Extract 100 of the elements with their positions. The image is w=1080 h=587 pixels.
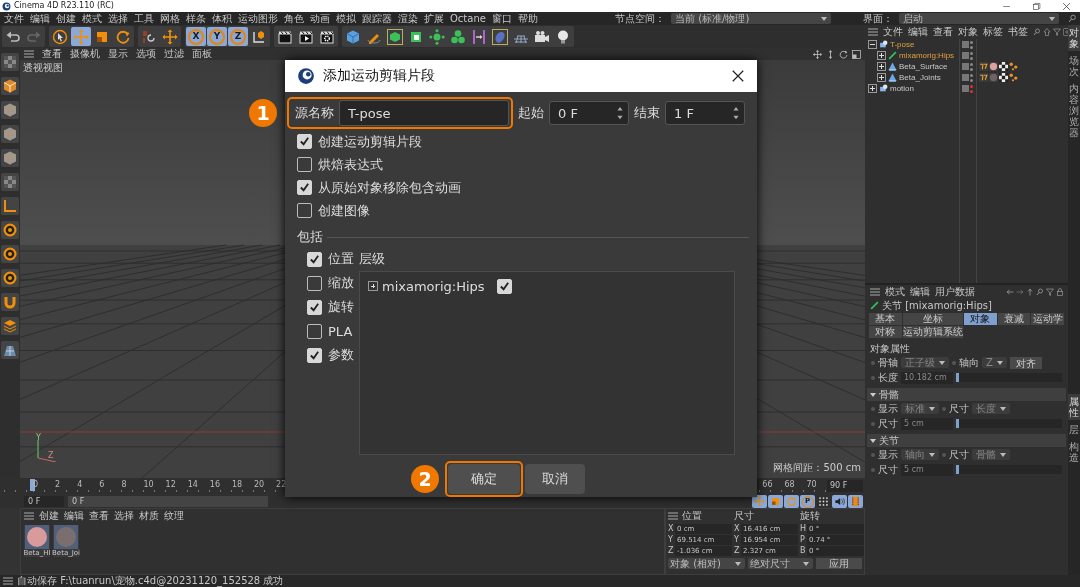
axis-toggle[interactable]: X: [186, 27, 206, 46]
visibility-dots[interactable]: [970, 40, 973, 49]
keyframe-dot[interactable]: [871, 421, 875, 426]
menu-icon[interactable]: [870, 288, 880, 296]
expand-toggle[interactable]: [877, 51, 886, 60]
menu-item[interactable]: 编辑: [908, 25, 928, 39]
tab[interactable]: 对象: [963, 313, 997, 325]
mode-dropdown[interactable]: 绝对尺寸: [748, 557, 813, 569]
target-icon[interactable]: [1, 221, 19, 239]
keyframe-dot[interactable]: [871, 375, 875, 380]
menu-item[interactable]: 体积: [212, 12, 232, 25]
visibility-dots[interactable]: [970, 62, 973, 71]
axis-toggle[interactable]: Y: [207, 27, 227, 46]
search-icon[interactable]: [1068, 14, 1077, 23]
slider-thumb[interactable]: [956, 373, 959, 382]
keyframe-dot[interactable]: [942, 452, 946, 457]
side-tab[interactable]: 场次: [1068, 53, 1080, 79]
checkbox[interactable]: [307, 347, 322, 363]
ik-tag-icon[interactable]: [1009, 62, 1018, 71]
back-arrow-icon[interactable]: [1006, 288, 1014, 296]
mode-dropdown[interactable]: 对象 (相对): [668, 557, 745, 569]
side-tab[interactable]: 对象: [1068, 25, 1080, 51]
blob-icon[interactable]: [490, 27, 510, 46]
up-arrow-icon[interactable]: [1026, 288, 1034, 296]
menu-item[interactable]: 角色: [284, 12, 304, 25]
name-field[interactable]: T-pose: [339, 100, 509, 126]
end-frame-field[interactable]: 90 F: [827, 480, 863, 492]
object-name[interactable]: motion: [890, 83, 914, 94]
target-icon[interactable]: [1, 245, 19, 263]
checkbox[interactable]: [496, 278, 512, 294]
move-icon[interactable]: [752, 495, 767, 508]
node-space-dropdown[interactable]: 当前 (标准/物理): [671, 13, 831, 24]
menu-item[interactable]: 标签: [983, 25, 1003, 39]
filter-icon[interactable]: [1053, 28, 1061, 36]
menu-item[interactable]: 选择: [114, 509, 134, 523]
menu-item[interactable]: 文件: [883, 25, 903, 39]
texture-tag-icon[interactable]: [999, 62, 1008, 71]
move-icon[interactable]: [160, 27, 180, 46]
slider-thumb[interactable]: [956, 419, 959, 428]
keyframe-dot[interactable]: [871, 406, 875, 411]
menu-item[interactable]: 编辑: [30, 12, 50, 25]
tab[interactable]: 基本: [869, 313, 902, 325]
checkbox[interactable]: [297, 134, 312, 149]
visibility-dots[interactable]: [970, 51, 973, 60]
orbit-icon[interactable]: [839, 49, 848, 59]
spinner-field[interactable]: 0 F: [549, 101, 629, 125]
menu-item[interactable]: 对象: [958, 25, 978, 39]
side-tab[interactable]: 属性: [1068, 394, 1080, 420]
menu-item[interactable]: 纹理: [164, 509, 184, 523]
number-field[interactable]: 10.182 cm: [901, 371, 953, 384]
menu-item[interactable]: 文件: [4, 12, 24, 25]
frame-field[interactable]: 0 F: [24, 496, 64, 507]
dialog-button[interactable]: 确定: [448, 464, 520, 494]
cloner-icon[interactable]: [427, 27, 447, 46]
menu-item[interactable]: 工具: [134, 12, 154, 25]
menu-item[interactable]: 动画: [310, 12, 330, 25]
scale-icon[interactable]: [768, 495, 783, 508]
tab[interactable]: 衰减: [997, 313, 1031, 325]
menu-item[interactable]: 扩展: [424, 12, 444, 25]
side-tab[interactable]: 构造: [1068, 439, 1080, 465]
side-tab[interactable]: 层: [1068, 422, 1080, 437]
tree-item-label[interactable]: mixamorig:Hips: [382, 278, 485, 294]
menu-item[interactable]: 查看: [42, 48, 62, 60]
menu-icon[interactable]: [668, 512, 678, 520]
maximize-icon[interactable]: [1032, 1, 1041, 11]
spinner-arrows-icon[interactable]: [616, 106, 624, 120]
checkbox[interactable]: [297, 180, 312, 195]
menu-item[interactable]: 帮助: [517, 12, 538, 25]
magnet-icon[interactable]: [1, 293, 19, 311]
menu-item[interactable]: 模式: [885, 285, 905, 299]
slider-thumb[interactable]: [956, 465, 959, 474]
slider-track[interactable]: [956, 373, 1062, 382]
menu-item[interactable]: 用户数据: [935, 285, 975, 299]
checkbox[interactable]: [297, 203, 312, 218]
menu-item[interactable]: 跟踪器: [362, 12, 392, 25]
spinner-field[interactable]: 1 F: [665, 101, 745, 125]
menu-item[interactable]: 材质: [139, 509, 159, 523]
expand-toggle[interactable]: [877, 73, 886, 82]
spinner-arrows-icon[interactable]: [732, 106, 740, 120]
visibility-dots[interactable]: [970, 73, 973, 82]
slider-track[interactable]: [956, 419, 1062, 428]
dolly-icon[interactable]: [826, 49, 835, 59]
axis-toggle[interactable]: Z: [228, 27, 248, 46]
menu-item[interactable]: 选择: [108, 12, 128, 25]
menu-item[interactable]: 选项: [136, 48, 156, 60]
weight-tag-icon[interactable]: [979, 62, 988, 71]
material-tag-icon[interactable]: [989, 62, 998, 71]
expand-toggle[interactable]: [877, 62, 886, 71]
checker-icon[interactable]: [1, 173, 19, 191]
object-name[interactable]: mixamorig:Hips: [899, 50, 955, 61]
dialog-button[interactable]: 取消: [525, 464, 585, 494]
menu-item[interactable]: 窗口: [491, 12, 512, 25]
number-field[interactable]: 5 cm: [901, 417, 953, 430]
layers-icon[interactable]: [1, 317, 19, 335]
speaker-icon[interactable]: [832, 495, 847, 508]
ik-tag-icon[interactable]: [1009, 73, 1018, 82]
filter-icon[interactable]: [1046, 288, 1054, 296]
menu-icon[interactable]: [24, 512, 34, 520]
grid-icon[interactable]: [1, 341, 19, 359]
tab[interactable]: 运动学: [1031, 313, 1064, 325]
